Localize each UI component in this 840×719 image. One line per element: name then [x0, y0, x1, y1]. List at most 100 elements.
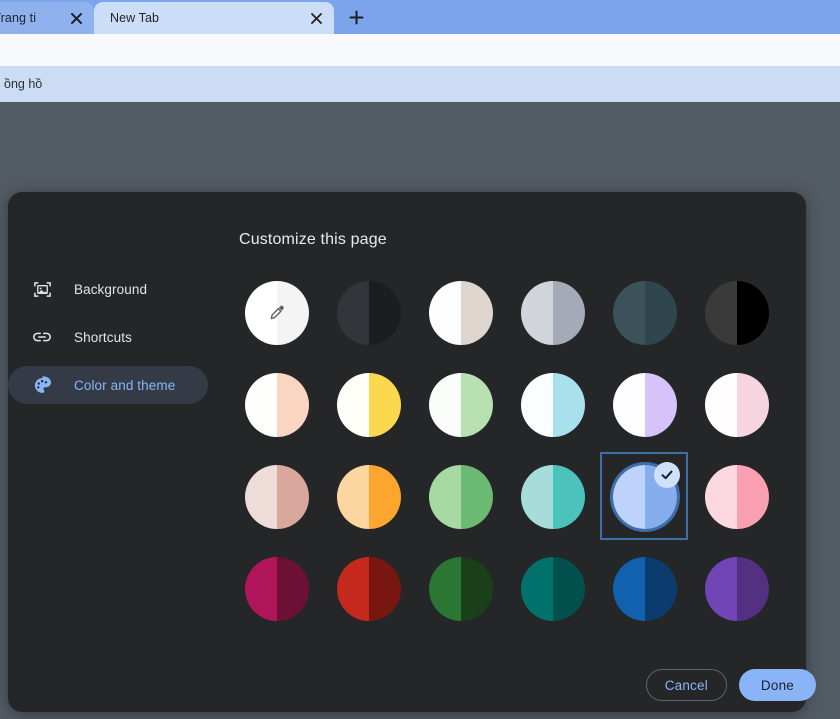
- color-swatch-teal[interactable]: [521, 465, 585, 529]
- swatch-half-left: [337, 465, 369, 529]
- swatch-half-right: [645, 281, 677, 345]
- swatch-half-right: [461, 373, 493, 437]
- color-swatch-orange[interactable]: [337, 465, 401, 529]
- swatch-half-left: [521, 373, 553, 437]
- swatch-half-left: [613, 465, 645, 529]
- swatch-half-left: [429, 557, 461, 621]
- sidebar-item-label: Shortcuts: [74, 329, 132, 345]
- browser-chrome: ogle Trang ti New Tab ồng hồ: [0, 0, 840, 102]
- sidebar-item-label: Color and theme: [74, 377, 176, 393]
- color-swatch-magenta-dark[interactable]: [245, 557, 309, 621]
- color-swatch-green[interactable]: [429, 465, 493, 529]
- eyedropper-icon: [245, 281, 309, 345]
- color-swatch-dark-grey[interactable]: [337, 281, 401, 345]
- color-swatch-blue-dark[interactable]: [613, 557, 677, 621]
- swatch-half-left: [337, 281, 369, 345]
- color-swatch-custom-color-picker[interactable]: [245, 281, 309, 345]
- sidebar-item-label: Background: [74, 281, 148, 297]
- cancel-button[interactable]: Cancel: [645, 669, 727, 701]
- color-swatch-warm-white[interactable]: [429, 281, 493, 345]
- swatch-half-right: [369, 465, 401, 529]
- swatch-half-right: [553, 373, 585, 437]
- swatch-half-left: [337, 373, 369, 437]
- swatch-circle: [613, 557, 677, 621]
- sidebar-item-color-and-theme[interactable]: Color and theme: [8, 366, 208, 404]
- swatch-circle: [521, 281, 585, 345]
- swatch-circle: [705, 557, 769, 621]
- swatch-circle: [613, 373, 677, 437]
- color-swatch-purple-dark[interactable]: [705, 557, 769, 621]
- swatch-half-left: [521, 281, 553, 345]
- swatch-half-right: [553, 465, 585, 529]
- swatch-half-left: [705, 281, 737, 345]
- dialog-title: Customize this page: [239, 231, 387, 248]
- swatch-half-right: [369, 281, 401, 345]
- swatch-half-left: [705, 373, 737, 437]
- swatch-half-left: [705, 465, 737, 529]
- color-swatch-cool-grey[interactable]: [521, 281, 585, 345]
- swatch-circle: [429, 465, 493, 529]
- color-swatch-muted-rose[interactable]: [245, 465, 309, 529]
- bookmarks-bar: ồng hồ: [0, 66, 840, 102]
- color-swatch-pastel-green[interactable]: [429, 373, 493, 437]
- color-swatch-pastel-pink[interactable]: [705, 373, 769, 437]
- swatch-circle: [521, 373, 585, 437]
- swatch-circle: [705, 281, 769, 345]
- swatch-half-left: [521, 465, 553, 529]
- swatch-half-left: [705, 557, 737, 621]
- done-button[interactable]: Done: [738, 669, 816, 701]
- color-swatch-pink[interactable]: [705, 465, 769, 529]
- swatch-half-right: [645, 557, 677, 621]
- color-swatch-pastel-purple[interactable]: [613, 373, 677, 437]
- swatch-half-right: [461, 281, 493, 345]
- new-tab-button[interactable]: [344, 5, 368, 29]
- color-swatch-teal-dark[interactable]: [521, 557, 585, 621]
- swatch-half-right: [737, 373, 769, 437]
- color-swatch-blue[interactable]: [600, 452, 688, 540]
- tab-title: ogle Trang ti: [0, 11, 37, 25]
- dialog-footer: Cancel Done: [645, 669, 816, 701]
- swatch-half-left: [245, 557, 277, 621]
- color-swatch-pastel-cyan[interactable]: [521, 373, 585, 437]
- color-swatch-slate-blue-dark[interactable]: [613, 281, 677, 345]
- swatch-circle: [337, 373, 401, 437]
- check-icon: [654, 462, 680, 488]
- swatch-circle: [705, 465, 769, 529]
- color-swatch-black[interactable]: [705, 281, 769, 345]
- swatch-circle: [245, 373, 309, 437]
- swatch-half-right: [553, 557, 585, 621]
- swatch-half-right: [277, 465, 309, 529]
- color-swatch-forest-green-dark[interactable]: [429, 557, 493, 621]
- color-swatch-pastel-yellow[interactable]: [337, 373, 401, 437]
- close-icon[interactable]: [66, 8, 86, 28]
- tab-google-search[interactable]: ogle Trang ti: [0, 2, 94, 34]
- dialog-sidebar: Background Shortcuts Color and theme: [8, 270, 208, 414]
- swatch-half-right: [369, 373, 401, 437]
- sidebar-item-shortcuts[interactable]: Shortcuts: [8, 318, 208, 356]
- swatch-circle: [705, 373, 769, 437]
- swatch-half-left: [613, 557, 645, 621]
- swatch-half-left: [245, 373, 277, 437]
- tab-title: New Tab: [110, 11, 160, 25]
- swatch-half-right: [461, 465, 493, 529]
- swatch-half-left: [613, 281, 645, 345]
- swatch-half-right: [277, 557, 309, 621]
- color-swatch-red-dark[interactable]: [337, 557, 401, 621]
- swatch-half-left: [429, 281, 461, 345]
- swatch-half-right: [277, 373, 309, 437]
- swatch-circle: [613, 281, 677, 345]
- sidebar-item-background[interactable]: Background: [8, 270, 208, 308]
- color-swatch-pastel-peach[interactable]: [245, 373, 309, 437]
- swatch-half-right: [369, 557, 401, 621]
- swatch-circle: [337, 465, 401, 529]
- swatch-circle: [429, 373, 493, 437]
- swatch-half-right: [737, 465, 769, 529]
- swatch-circle: [245, 557, 309, 621]
- swatch-half-left: [429, 465, 461, 529]
- image-frame-icon: [32, 279, 52, 299]
- bookmark-item[interactable]: ồng hồ: [0, 74, 48, 94]
- swatch-half-left: [429, 373, 461, 437]
- swatch-half-right: [461, 557, 493, 621]
- tab-new-tab[interactable]: New Tab: [94, 2, 334, 34]
- close-icon[interactable]: [306, 8, 326, 28]
